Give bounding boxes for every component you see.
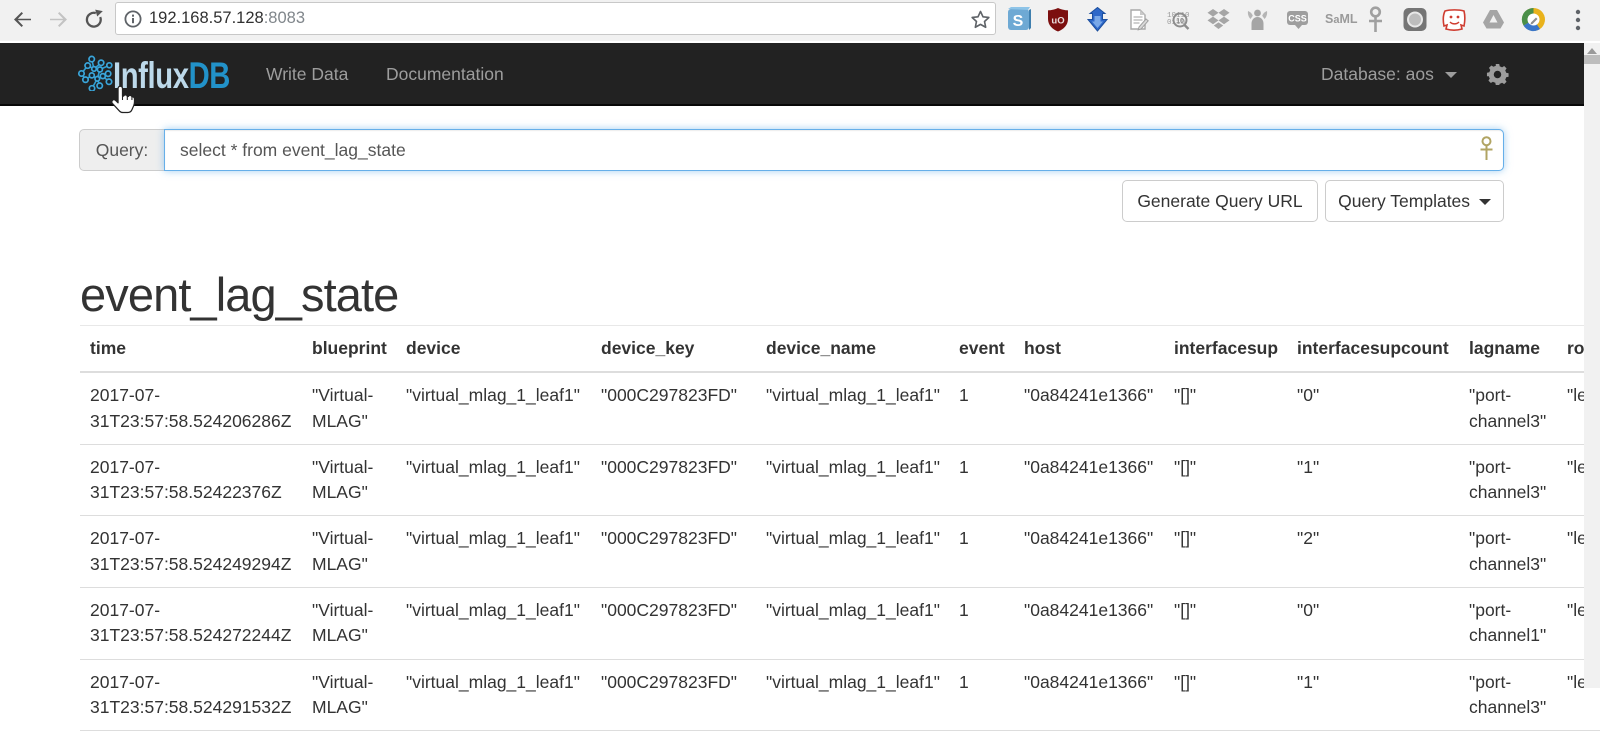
- svg-text:10: 10: [1176, 18, 1184, 25]
- svg-text:CSS: CSS: [1288, 14, 1307, 24]
- svg-text:S: S: [1013, 13, 1024, 30]
- svg-text:uO: uO: [1051, 16, 1064, 27]
